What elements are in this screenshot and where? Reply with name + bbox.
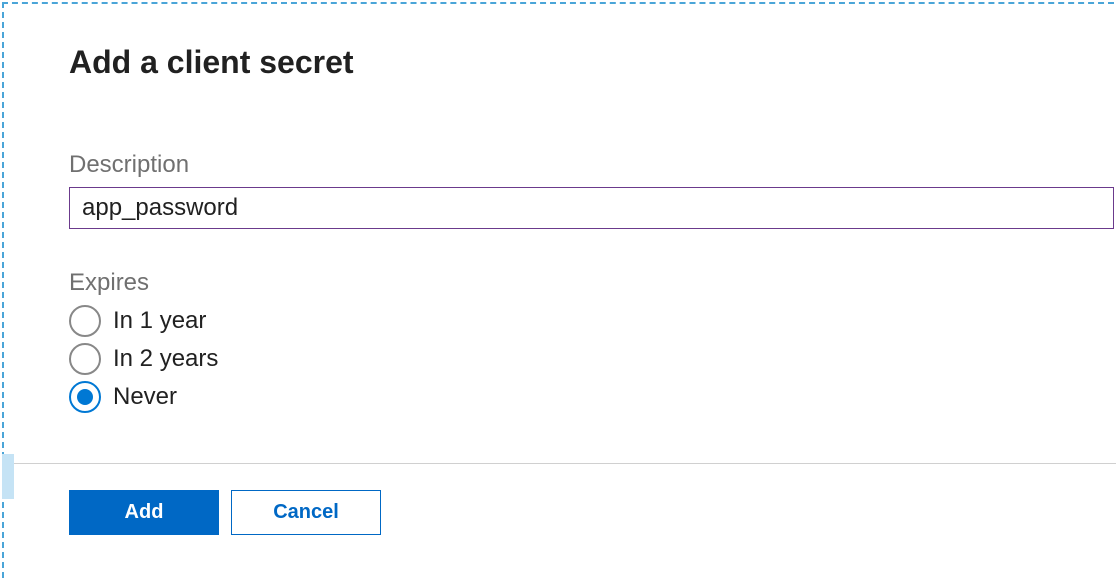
cancel-button[interactable]: Cancel (231, 490, 381, 535)
radio-option-1-year[interactable]: In 1 year (69, 305, 1114, 337)
radio-label: In 2 years (113, 345, 218, 373)
panel-title: Add a client secret (69, 44, 1114, 81)
description-label: Description (69, 151, 1114, 179)
radio-option-never[interactable]: Never (69, 381, 1114, 413)
description-input[interactable] (69, 187, 1114, 229)
expires-label: Expires (69, 269, 1114, 297)
radio-label: In 1 year (113, 307, 206, 335)
radio-label: Never (113, 383, 177, 411)
divider (4, 463, 1116, 464)
add-button[interactable]: Add (69, 490, 219, 535)
radio-circle-icon (69, 305, 101, 337)
radio-option-2-years[interactable]: In 2 years (69, 343, 1114, 375)
expires-radio-group: In 1 year In 2 years Never (69, 305, 1114, 413)
radio-circle-icon (69, 381, 101, 413)
radio-circle-icon (69, 343, 101, 375)
selection-accent (2, 454, 14, 499)
